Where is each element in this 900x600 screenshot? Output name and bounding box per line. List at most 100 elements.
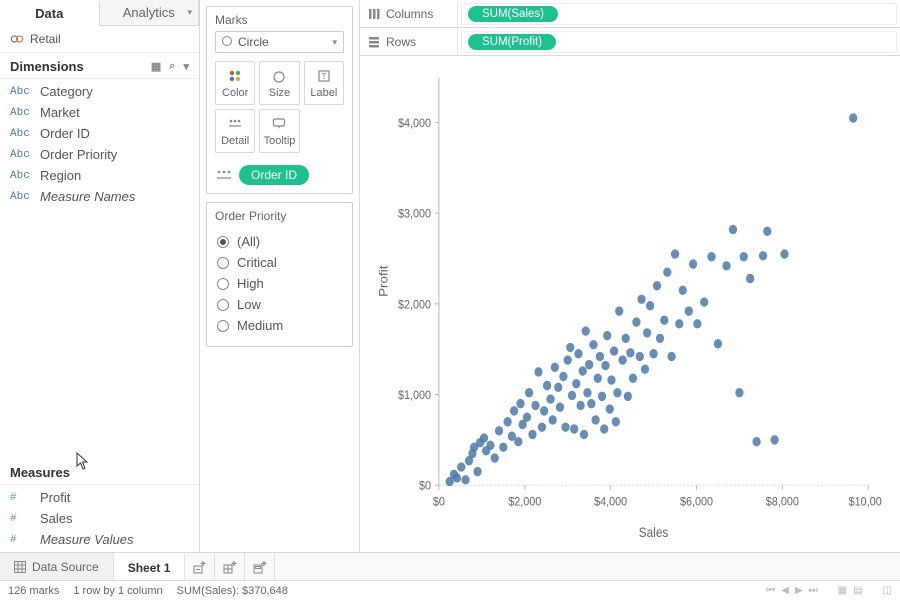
- marks-tooltip-button[interactable]: Tooltip: [259, 109, 299, 153]
- chart-point[interactable]: [714, 339, 722, 348]
- marks-detail-button[interactable]: Detail: [215, 109, 255, 153]
- chart-point[interactable]: [671, 249, 679, 258]
- chart-point[interactable]: [679, 286, 687, 295]
- chart-point[interactable]: [591, 415, 599, 424]
- chart-point[interactable]: [499, 442, 507, 451]
- chart-point[interactable]: [649, 349, 657, 358]
- chart-point[interactable]: [729, 225, 737, 234]
- chart-point[interactable]: [453, 473, 461, 482]
- chart-point[interactable]: [685, 306, 693, 315]
- field-category[interactable]: AbcCategory: [0, 81, 199, 102]
- chart-point[interactable]: [576, 401, 584, 410]
- chart-point[interactable]: [589, 340, 597, 349]
- chart-point[interactable]: [740, 252, 748, 261]
- chart-point[interactable]: [523, 413, 531, 422]
- nav-prev[interactable]: ◀: [781, 585, 789, 596]
- chart-point[interactable]: [607, 375, 615, 384]
- chart-point[interactable]: [619, 355, 627, 364]
- chart-point[interactable]: [653, 281, 661, 290]
- chart-point[interactable]: [596, 352, 604, 361]
- chart-point[interactable]: [598, 392, 606, 401]
- nav-last[interactable]: ⏭: [809, 585, 818, 596]
- rows-shelf[interactable]: SUM(Profit): [461, 31, 897, 53]
- field-market[interactable]: AbcMarket: [0, 102, 199, 123]
- chart-point[interactable]: [675, 319, 683, 328]
- chart-point[interactable]: [564, 355, 572, 364]
- nav-first[interactable]: ⏮: [766, 585, 775, 596]
- chart-point[interactable]: [629, 374, 637, 383]
- chart-point[interactable]: [534, 367, 542, 376]
- chart-point[interactable]: [689, 259, 697, 268]
- chart-point[interactable]: [770, 435, 778, 444]
- chart-point[interactable]: [624, 392, 632, 401]
- chart-point[interactable]: [580, 430, 588, 439]
- chart-point[interactable]: [491, 453, 499, 462]
- field-region[interactable]: AbcRegion: [0, 165, 199, 186]
- field-measure-values[interactable]: #Measure Values: [0, 529, 199, 550]
- chart-point[interactable]: [461, 475, 469, 484]
- marks-label-button[interactable]: T Label: [304, 61, 344, 105]
- chart-point[interactable]: [735, 388, 743, 397]
- chart-point[interactable]: [612, 417, 620, 426]
- chart-point[interactable]: [579, 366, 587, 375]
- chart-point[interactable]: [503, 417, 511, 426]
- chart-point[interactable]: [759, 251, 767, 260]
- search-icon[interactable]: ⌕: [169, 60, 175, 73]
- chart-point[interactable]: [663, 267, 671, 276]
- new-dashboard-button[interactable]: [215, 553, 245, 580]
- sheet-tab-1[interactable]: Sheet 1: [114, 553, 186, 580]
- chart-point[interactable]: [626, 348, 634, 357]
- chart-point[interactable]: [510, 406, 518, 415]
- new-story-button[interactable]: [245, 553, 275, 580]
- scatter-chart[interactable]: $0$1,000$2,000$3,000$4,000$0$2,000$4,000…: [370, 66, 882, 548]
- chart-point[interactable]: [660, 315, 668, 324]
- field-order-priority[interactable]: AbcOrder Priority: [0, 144, 199, 165]
- tab-data[interactable]: Data: [0, 1, 100, 26]
- marks-detail-pill[interactable]: Order ID: [239, 165, 309, 185]
- chart-point[interactable]: [549, 415, 557, 424]
- chart-point[interactable]: [572, 379, 580, 388]
- chart-point[interactable]: [752, 437, 760, 446]
- chart-point[interactable]: [610, 346, 618, 355]
- field-measure-names[interactable]: AbcMeasure Names: [0, 186, 199, 207]
- chart-point[interactable]: [528, 430, 536, 439]
- chart-point[interactable]: [722, 261, 730, 270]
- chart-point[interactable]: [514, 437, 522, 446]
- tab-analytics[interactable]: Analytics▾: [100, 0, 200, 25]
- filter-option-critical[interactable]: Critical: [217, 252, 342, 273]
- chart-point[interactable]: [643, 328, 651, 337]
- chart-point[interactable]: [556, 403, 564, 412]
- nav-next[interactable]: ▶: [795, 585, 803, 596]
- marks-size-button[interactable]: Size: [259, 61, 299, 105]
- filter-option-high[interactable]: High: [217, 273, 342, 294]
- nav-show[interactable]: ◫: [883, 585, 892, 596]
- chart-point[interactable]: [615, 306, 623, 315]
- chart-point[interactable]: [525, 388, 533, 397]
- chart-point[interactable]: [746, 274, 754, 283]
- chart-point[interactable]: [601, 361, 609, 370]
- chart-point[interactable]: [570, 424, 578, 433]
- chart-point[interactable]: [585, 360, 593, 369]
- chart-point[interactable]: [495, 426, 503, 435]
- data-source-tab[interactable]: Data Source: [0, 553, 114, 580]
- chart-point[interactable]: [568, 391, 576, 400]
- chart-point[interactable]: [543, 381, 551, 390]
- columns-pill[interactable]: SUM(Sales): [468, 6, 558, 22]
- field-order-id[interactable]: AbcOrder ID: [0, 123, 199, 144]
- chart-point[interactable]: [546, 394, 554, 403]
- chart-point[interactable]: [531, 401, 539, 410]
- chart-point[interactable]: [622, 334, 630, 343]
- datasource-row[interactable]: Retail: [0, 26, 199, 53]
- chart-point[interactable]: [700, 297, 708, 306]
- chart-point[interactable]: [538, 422, 546, 431]
- chart-point[interactable]: [636, 352, 644, 361]
- chart-point[interactable]: [594, 374, 602, 383]
- chart-point[interactable]: [566, 343, 574, 352]
- chart-point[interactable]: [540, 406, 548, 415]
- marks-color-button[interactable]: Color: [215, 61, 255, 105]
- chart-point[interactable]: [561, 422, 569, 431]
- chart-point[interactable]: [554, 383, 562, 392]
- chart-point[interactable]: [486, 441, 494, 450]
- field-profit[interactable]: #Profit: [0, 487, 199, 508]
- chart-point[interactable]: [613, 388, 621, 397]
